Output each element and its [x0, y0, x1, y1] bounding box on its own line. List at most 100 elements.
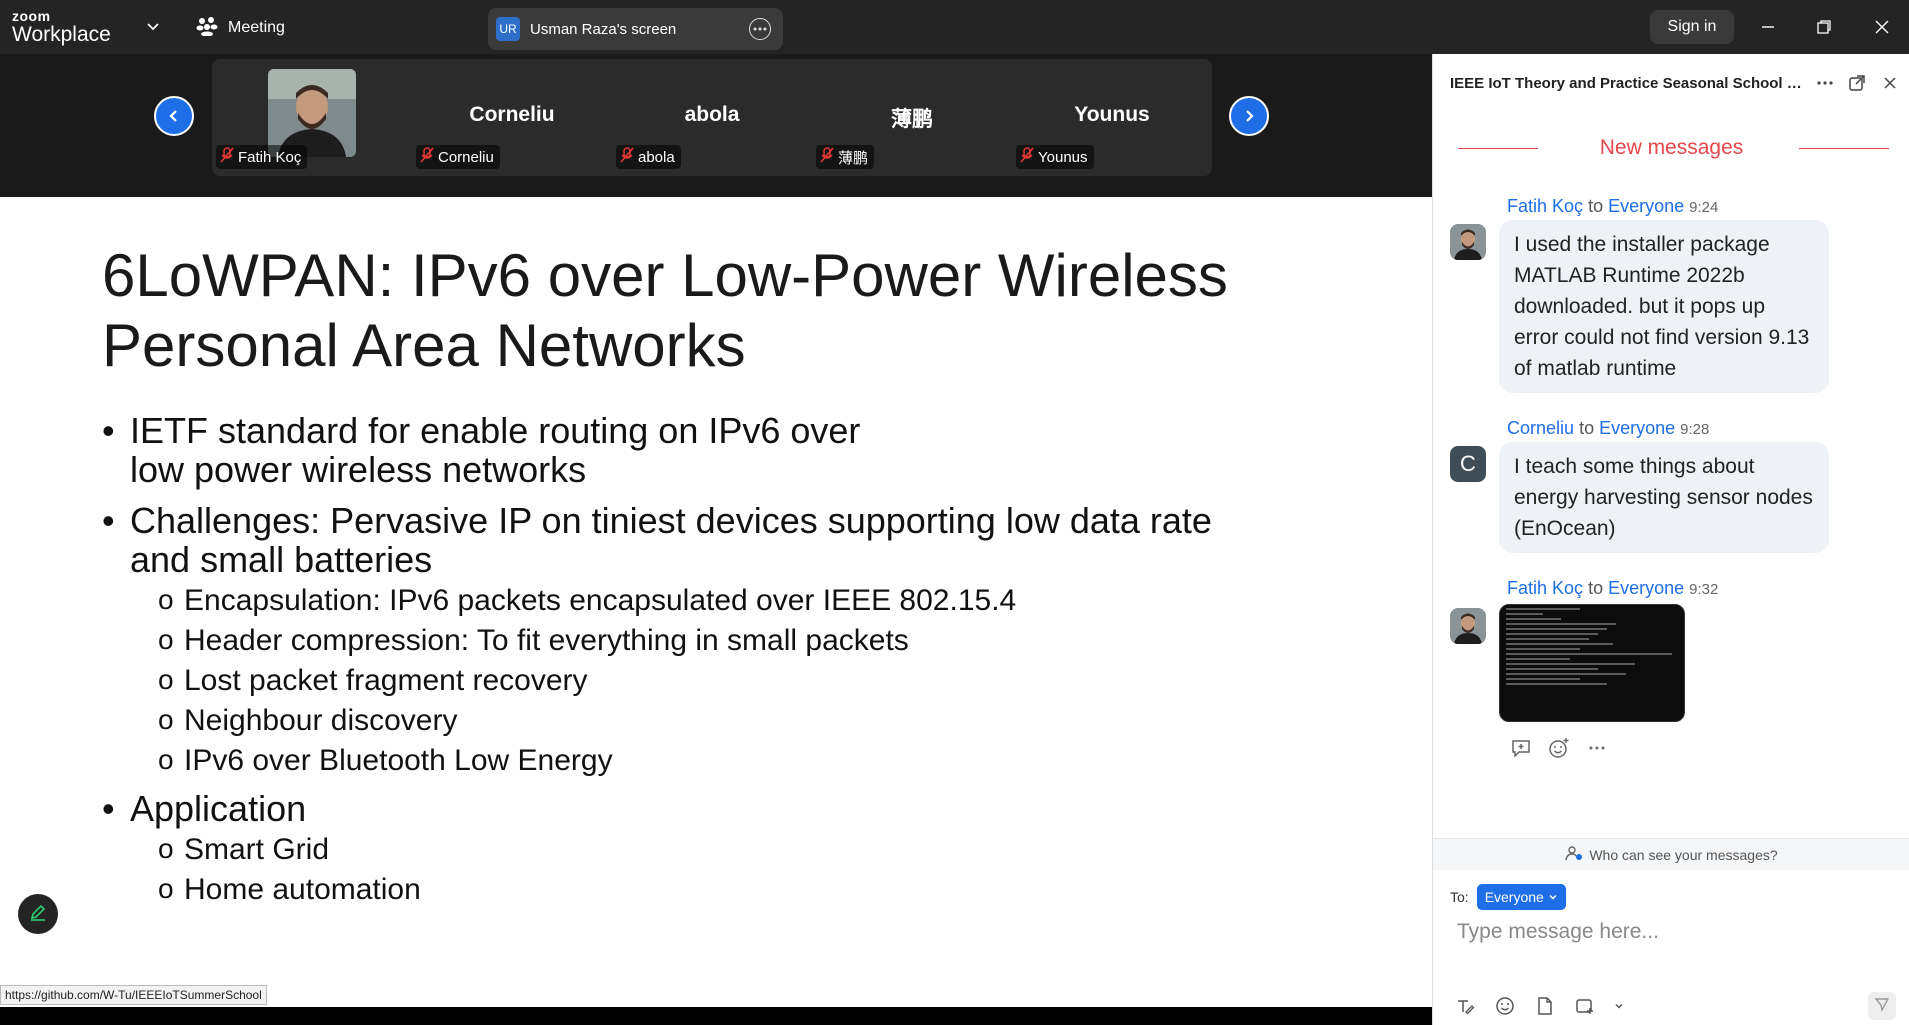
add-reaction-icon[interactable] [1547, 736, 1571, 760]
participant-tag: 薄鹏 [816, 145, 875, 169]
participant-tile[interactable]: 薄鹏 薄鹏 [812, 59, 1012, 176]
participant-gallery: Fatih Koç Corneliu Corneliu abola abola … [0, 54, 1432, 197]
pop-out-icon[interactable] [1846, 72, 1868, 94]
screen-share-label: Usman Raza's screen [530, 20, 677, 38]
participant-name: 薄鹏 [838, 149, 869, 167]
gallery-prev-button[interactable] [154, 96, 194, 136]
message-time: 9:24 [1689, 199, 1719, 216]
slide-sub-bullet: Home automation [102, 869, 1342, 910]
title-bar: zoom Workplace Meeting UR Usman Raza's s… [0, 0, 1909, 54]
slide-bullet: Challenges: Pervasive IP on tiniest devi… [102, 501, 1342, 579]
more-icon[interactable] [1814, 72, 1836, 94]
who-can-see-label: Who can see your messages? [1589, 846, 1778, 863]
chevron-down-icon[interactable] [1613, 994, 1625, 1018]
slide-bullet: IETF standard for enable routing on IPv6… [102, 411, 1342, 489]
logo-workplace-text: Workplace [12, 23, 111, 46]
pen-icon [28, 902, 48, 927]
slide-bullet-text: Challenges: Pervasive IP on tiniest devi… [130, 500, 1212, 541]
restore-icon[interactable] [1804, 10, 1844, 44]
screen-share-pill[interactable]: UR Usman Raza's screen [488, 8, 783, 50]
share-bottom-bar [0, 1007, 1432, 1025]
participant-name: Fatih Koç [238, 148, 302, 166]
meeting-button[interactable]: Meeting [196, 14, 285, 42]
participant-strip: Fatih Koç Corneliu Corneliu abola abola … [212, 59, 1212, 176]
visibility-icon [1565, 845, 1583, 864]
message-meta: Fatih Koç to Everyone 9:32 [1507, 578, 1718, 599]
participant-name: Corneliu [438, 148, 494, 166]
avatar[interactable] [1450, 224, 1486, 260]
to-word: to [1588, 196, 1604, 216]
divider-line [1799, 148, 1889, 149]
participant-tag: abola [616, 145, 681, 169]
who-can-see-link[interactable]: Who can see your messages? [1433, 838, 1909, 870]
file-icon[interactable] [1533, 994, 1557, 1018]
shared-screen: 6LoWPAN: IPv6 over Low-Power Wireless Pe… [0, 197, 1432, 1007]
zoom-logo[interactable]: zoom Workplace [12, 9, 111, 45]
close-icon[interactable] [1862, 10, 1902, 44]
participant-tile[interactable]: abola abola [612, 59, 812, 176]
format-text-icon[interactable] [1453, 994, 1477, 1018]
message-input[interactable] [1457, 920, 1887, 944]
message-time: 9:28 [1680, 421, 1710, 438]
sender-name[interactable]: Corneliu [1507, 418, 1574, 438]
sharer-avatar: UR [496, 17, 520, 41]
participant-tile[interactable]: Corneliu Corneliu [412, 59, 612, 176]
minimize-icon[interactable] [1748, 10, 1788, 44]
chat-panel: IEEE IoT Theory and Practice Seasonal Sc… [1432, 54, 1909, 1025]
participant-tile[interactable]: Younus Younus [1012, 59, 1212, 176]
recipient-row: To: Everyone [1450, 884, 1566, 910]
slide-bullet-text: and small batteries [130, 539, 433, 580]
participant-display-name: Corneliu [469, 103, 555, 126]
close-chat-icon[interactable] [1879, 72, 1901, 94]
sender-name[interactable]: Fatih Koç [1507, 578, 1583, 598]
participant-video [268, 69, 356, 157]
reply-icon[interactable] [1509, 736, 1533, 760]
avatar[interactable]: C [1450, 446, 1486, 482]
screenshot-icon[interactable] [1573, 994, 1597, 1018]
meeting-label: Meeting [228, 19, 285, 36]
message-meta: Fatih Koç to Everyone 9:24 [1507, 196, 1718, 217]
new-messages-divider: New messages [1433, 134, 1909, 164]
recipient-dropdown[interactable]: Everyone [1476, 884, 1566, 910]
participant-tag: Corneliu [416, 145, 500, 169]
image-attachment[interactable] [1499, 604, 1685, 722]
participant-tile[interactable]: Fatih Koç [212, 59, 412, 176]
mic-muted-icon [1020, 147, 1034, 167]
to-word: to [1588, 578, 1604, 598]
status-url: https://github.com/W-Tu/IEEEIoTSummerSch… [0, 985, 267, 1005]
message-meta: Corneliu to Everyone 9:28 [1507, 418, 1709, 439]
slide-sub-bullet: Smart Grid [102, 829, 1342, 870]
participant-display-name: Younus [1074, 103, 1150, 126]
emoji-icon[interactable] [1493, 994, 1517, 1018]
annotate-pen-button[interactable] [18, 894, 58, 934]
chevron-down-icon[interactable] [145, 18, 161, 34]
message-bubble: I teach some things about energy harvest… [1499, 442, 1829, 553]
send-icon [1874, 996, 1890, 1017]
recipient-name[interactable]: Everyone [1608, 196, 1684, 216]
recipient-name[interactable]: Everyone [1608, 578, 1684, 598]
slide-bullet-text: IETF standard for enable routing on IPv6… [130, 410, 861, 451]
mic-muted-icon [820, 147, 834, 167]
sign-in-button[interactable]: Sign in [1650, 10, 1734, 44]
slide-sub-bullet: Lost packet fragment recovery [102, 660, 1342, 701]
chat-header: IEEE IoT Theory and Practice Seasonal Sc… [1433, 54, 1909, 112]
participant-display-name: abola [684, 103, 740, 126]
gallery-next-button[interactable] [1229, 96, 1269, 136]
to-label: To: [1450, 889, 1469, 905]
logo-zoom-text: zoom [12, 8, 51, 24]
slide-sub-bullet: Header compression: To fit everything in… [102, 620, 1342, 661]
send-button[interactable] [1868, 992, 1896, 1020]
more-options-icon[interactable] [749, 18, 771, 40]
sender-name[interactable]: Fatih Koç [1507, 196, 1583, 216]
recipient-name[interactable]: Everyone [1599, 418, 1675, 438]
avatar[interactable] [1450, 608, 1486, 644]
participant-display-name: 薄鹏 [891, 108, 933, 131]
chevron-down-icon [1549, 894, 1557, 900]
slide-title-line: Personal Area Networks [102, 312, 746, 379]
message-bubble: I used the installer package MATLAB Runt… [1499, 220, 1829, 393]
chat-title: IEEE IoT Theory and Practice Seasonal Sc… [1450, 74, 1810, 92]
mic-muted-icon [620, 147, 634, 167]
more-actions-icon[interactable] [1585, 736, 1609, 760]
slide-title-line: 6LoWPAN: IPv6 over Low-Power Wireless [102, 242, 1228, 309]
slide-bullet-text: low power wireless networks [130, 449, 587, 490]
